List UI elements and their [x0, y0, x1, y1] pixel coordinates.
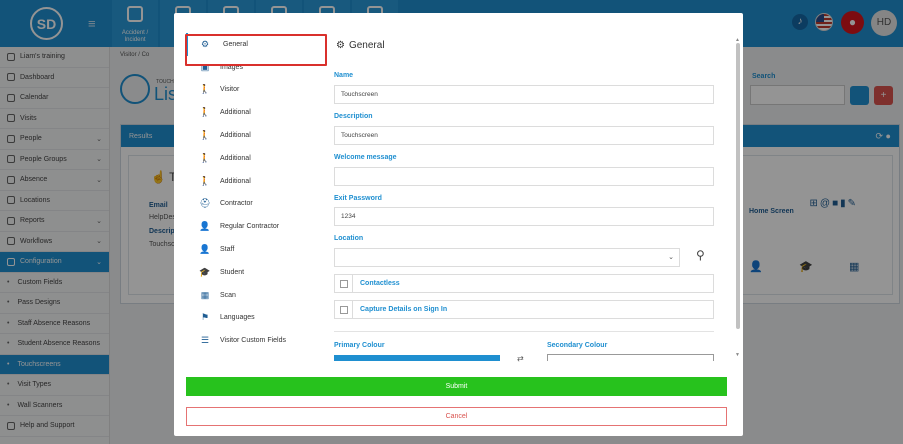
primary-colour-label: Primary Colour	[334, 342, 385, 349]
description-input[interactable]: Touchscreen	[334, 126, 714, 145]
welcome-message-input[interactable]	[334, 167, 714, 186]
contactless-checkbox[interactable]	[335, 275, 353, 292]
graduation-cap-icon: 🎓	[199, 266, 211, 277]
walking-person-icon: 🚶	[199, 152, 211, 163]
nav-item-label: Visitor Custom Fields	[220, 337, 287, 345]
scrollbar-thumb[interactable]	[736, 43, 740, 329]
swap-colours-icon[interactable]: ⇄	[517, 354, 524, 363]
description-label: Description	[334, 113, 373, 120]
contactless-checkbox-row[interactable]: Contactless	[334, 274, 714, 293]
nav-item-languages[interactable]: ⚑ Languages	[186, 307, 326, 330]
list-check-icon: ☰	[200, 335, 210, 346]
gears-icon: ⚙	[336, 40, 345, 51]
exit-password-label: Exit Password	[334, 195, 382, 202]
settings-nav: ⚙ General ▣ Images 🚶 Visitor 🚶 Additional 🚶 Addit…	[186, 33, 326, 352]
welcome-message-label: Welcome message	[334, 154, 397, 161]
search-icon[interactable]: ⚲	[696, 248, 705, 262]
nav-item-label: Languages	[220, 314, 255, 322]
name-input[interactable]: Touchscreen	[334, 85, 714, 104]
divider	[334, 331, 714, 332]
scroll-down-icon[interactable]: ▼	[735, 352, 740, 358]
nav-item-visitor[interactable]: 🚶 Visitor	[186, 79, 326, 102]
nav-item-label: Contractor	[220, 200, 253, 208]
submit-button[interactable]: Submit	[186, 377, 727, 396]
checkbox-square	[339, 305, 348, 314]
touchscreen-settings-modal: ⚙ General ▣ Images 🚶 Visitor 🚶 Additional 🚶 Addit…	[174, 13, 743, 436]
nav-item-regular-contractor[interactable]: 👤 Regular Contractor	[186, 215, 326, 238]
walking-person-icon: 🚶	[199, 175, 211, 186]
user-icon: 👤	[199, 244, 211, 255]
capture-details-label: Capture Details on Sign In	[360, 306, 448, 313]
form-title-text: General	[348, 40, 385, 51]
chevron-down-icon: ⌄	[668, 254, 674, 261]
nav-item-additional[interactable]: 🚶 Additional	[186, 124, 326, 147]
nav-item-scan[interactable]: ▦ Scan	[186, 284, 326, 307]
nav-item-label: Regular Contractor	[220, 223, 280, 231]
contactless-label: Contactless	[360, 280, 400, 287]
secondary-colour-picker[interactable]	[547, 354, 714, 361]
nav-item-label: Staff	[220, 246, 235, 254]
form-title: ⚙ General	[336, 40, 385, 51]
user-gear-icon: 👤	[199, 221, 211, 232]
walking-person-icon: 🚶	[199, 84, 211, 95]
location-select[interactable]: ⌄	[334, 248, 680, 267]
nav-item-label: Additional	[220, 154, 251, 162]
nav-item-additional[interactable]: 🚶 Additional	[186, 147, 326, 170]
nav-item-label: Visitor	[220, 86, 240, 94]
general-tab-highlight	[185, 34, 327, 66]
walking-person-icon: 🚶	[199, 130, 211, 141]
flag-icon: ⚑	[200, 312, 210, 323]
location-label: Location	[334, 235, 364, 242]
cancel-button[interactable]: Cancel	[186, 407, 727, 426]
secondary-colour-label: Secondary Colour	[547, 342, 608, 349]
hard-hat-icon: ⛑	[199, 198, 211, 209]
checkbox-square	[339, 279, 348, 288]
qr-code-icon: ▦	[200, 289, 210, 300]
nav-item-additional[interactable]: 🚶 Additional	[186, 170, 326, 193]
capture-details-checkbox[interactable]	[335, 301, 353, 318]
nav-item-label: Additional	[220, 132, 251, 140]
nav-item-label: Scan	[220, 291, 236, 299]
nav-item-label: Student	[220, 268, 245, 276]
primary-colour-picker[interactable]	[334, 355, 500, 361]
nav-item-student[interactable]: 🎓 Student	[186, 261, 326, 284]
nav-item-label: Additional	[220, 177, 251, 185]
name-label: Name	[334, 72, 354, 79]
exit-password-input[interactable]: 1234	[334, 207, 714, 226]
modal-scrollbar[interactable]: ▲ ▼	[735, 37, 741, 359]
nav-item-label: Additional	[220, 109, 251, 117]
nav-item-additional[interactable]: 🚶 Additional	[186, 101, 326, 124]
capture-details-checkbox-row[interactable]: Capture Details on Sign In	[334, 300, 714, 319]
walking-person-icon: 🚶	[199, 107, 211, 118]
nav-item-visitor-custom-fields[interactable]: ☰ Visitor Custom Fields	[186, 329, 326, 352]
nav-item-contractor[interactable]: ⛑ Contractor	[186, 193, 326, 216]
nav-item-staff[interactable]: 👤 Staff	[186, 238, 326, 261]
